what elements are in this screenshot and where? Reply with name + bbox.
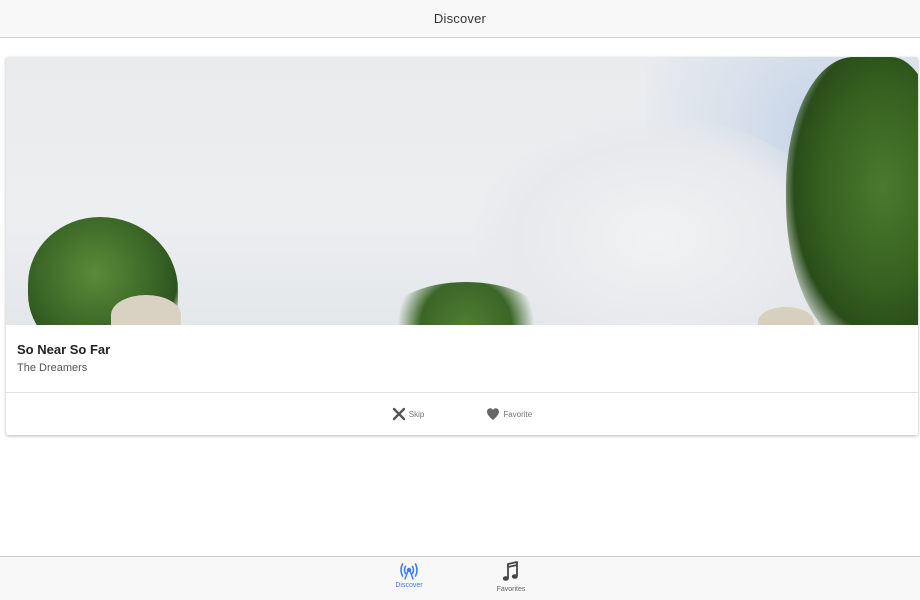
music-note-icon xyxy=(500,560,522,584)
app-root: Discover So Near So Far The Dreamers Ski… xyxy=(0,0,920,600)
heart-icon xyxy=(486,407,500,421)
radio-waves-icon xyxy=(398,560,420,580)
song-info: So Near So Far The Dreamers xyxy=(6,325,918,393)
page-title: Discover xyxy=(433,11,487,26)
tab-label: Discover xyxy=(395,582,423,589)
cover-tree xyxy=(786,57,918,325)
skip-label: Skip xyxy=(408,409,425,419)
card-actions: Skip Favorite xyxy=(6,393,918,435)
tab-favorites[interactable]: Favorites xyxy=(469,557,553,600)
close-icon xyxy=(392,407,406,421)
song-title: So Near So Far xyxy=(17,342,111,357)
tab-discover[interactable]: Discover xyxy=(367,557,451,600)
skip-button[interactable]: Skip xyxy=(392,407,425,421)
favorite-button[interactable]: Favorite xyxy=(486,407,532,421)
tab-bar: Discover Favorites xyxy=(0,556,920,600)
nav-header: Discover xyxy=(0,0,920,38)
favorite-label: Favorite xyxy=(503,409,533,419)
song-artist: The Dreamers xyxy=(17,362,88,374)
album-cover-image[interactable] xyxy=(6,57,918,325)
song-card: So Near So Far The Dreamers Skip Favorit xyxy=(6,57,918,435)
tab-label: Favorites xyxy=(496,586,526,593)
